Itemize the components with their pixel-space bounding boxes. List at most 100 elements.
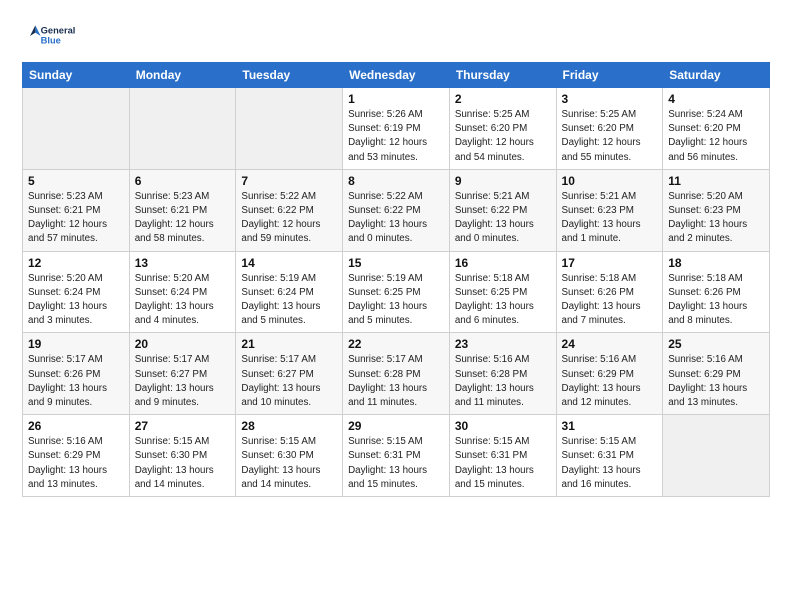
day-info: Sunrise: 5:16 AMSunset: 6:29 PMDaylight:… [28, 435, 124, 492]
cell-w3-d7: 18 Sunrise: 5:18 AMSunset: 6:26 PMDayligh… [663, 251, 770, 333]
day-number: 29 [348, 419, 444, 433]
day-number: 3 [562, 92, 658, 106]
day-number: 10 [562, 174, 658, 188]
cell-w4-d1: 19 Sunrise: 5:17 AMSunset: 6:26 PMDayligh… [23, 333, 130, 415]
day-number: 13 [135, 256, 231, 270]
header-wednesday: Wednesday [343, 63, 450, 88]
header-friday: Friday [556, 63, 663, 88]
day-info: Sunrise: 5:20 AMSunset: 6:24 PMDaylight:… [28, 272, 124, 329]
day-info: Sunrise: 5:18 AMSunset: 6:26 PMDaylight:… [562, 272, 658, 329]
day-info: Sunrise: 5:17 AMSunset: 6:26 PMDaylight:… [28, 353, 124, 410]
day-info: Sunrise: 5:21 AMSunset: 6:23 PMDaylight:… [562, 190, 658, 247]
day-info: Sunrise: 5:25 AMSunset: 6:20 PMDaylight:… [562, 108, 658, 165]
calendar-table: SundayMondayTuesdayWednesdayThursdayFrid… [22, 62, 770, 497]
week-row-3: 12 Sunrise: 5:20 AMSunset: 6:24 PMDayligh… [23, 251, 770, 333]
day-number: 7 [241, 174, 337, 188]
logo: General Blue [22, 18, 82, 54]
cell-w2-d4: 8Sunrise: 5:22 AMSunset: 6:22 PMDaylight… [343, 169, 450, 251]
day-info: Sunrise: 5:18 AMSunset: 6:26 PMDaylight:… [668, 272, 764, 329]
day-number: 20 [135, 337, 231, 351]
day-number: 21 [241, 337, 337, 351]
day-number: 15 [348, 256, 444, 270]
day-info: Sunrise: 5:15 AMSunset: 6:30 PMDaylight:… [135, 435, 231, 492]
day-info: Sunrise: 5:24 AMSunset: 6:20 PMDaylight:… [668, 108, 764, 165]
day-info: Sunrise: 5:15 AMSunset: 6:31 PMDaylight:… [348, 435, 444, 492]
day-number: 6 [135, 174, 231, 188]
cell-w2-d1: 5 Sunrise: 5:23 AMSunset: 6:21 PMDaylight… [23, 169, 130, 251]
day-number: 11 [668, 174, 764, 188]
day-info: Sunrise: 5:20 AMSunset: 6:24 PMDaylight:… [135, 272, 231, 329]
svg-text:General: General [41, 25, 76, 35]
header-tuesday: Tuesday [236, 63, 343, 88]
day-info: Sunrise: 5:22 AMSunset: 6:22 PMDaylight:… [241, 190, 337, 247]
cell-w1-d1 [23, 88, 130, 170]
day-number: 19 [28, 337, 124, 351]
day-info: Sunrise: 5:19 AMSunset: 6:25 PMDaylight:… [348, 272, 444, 329]
cell-w2-d3: 7 Sunrise: 5:22 AMSunset: 6:22 PMDaylight… [236, 169, 343, 251]
cell-w4-d6: 24 Sunrise: 5:16 AMSunset: 6:29 PMDayligh… [556, 333, 663, 415]
cell-w3-d6: 17 Sunrise: 5:18 AMSunset: 6:26 PMDayligh… [556, 251, 663, 333]
day-number: 5 [28, 174, 124, 188]
day-number: 18 [668, 256, 764, 270]
logo-svg: General Blue [22, 18, 82, 54]
cell-w2-d2: 6 Sunrise: 5:23 AMSunset: 6:21 PMDaylight… [129, 169, 236, 251]
svg-text:Blue: Blue [41, 35, 61, 45]
week-row-5: 26 Sunrise: 5:16 AMSunset: 6:29 PMDayligh… [23, 415, 770, 497]
day-info: Sunrise: 5:15 AMSunset: 6:31 PMDaylight:… [562, 435, 658, 492]
cell-w4-d3: 21Sunrise: 5:17 AMSunset: 6:27 PMDayligh… [236, 333, 343, 415]
day-info: Sunrise: 5:19 AMSunset: 6:24 PMDaylight:… [241, 272, 337, 329]
day-info: Sunrise: 5:18 AMSunset: 6:25 PMDaylight:… [455, 272, 551, 329]
day-info: Sunrise: 5:17 AMSunset: 6:28 PMDaylight:… [348, 353, 444, 410]
cell-w5-d2: 27 Sunrise: 5:15 AMSunset: 6:30 PMDayligh… [129, 415, 236, 497]
cell-w4-d7: 25Sunrise: 5:16 AMSunset: 6:29 PMDayligh… [663, 333, 770, 415]
cell-w1-d2 [129, 88, 236, 170]
day-info: Sunrise: 5:23 AMSunset: 6:21 PMDaylight:… [28, 190, 124, 247]
cell-w3-d4: 15 Sunrise: 5:19 AMSunset: 6:25 PMDayligh… [343, 251, 450, 333]
week-row-4: 19 Sunrise: 5:17 AMSunset: 6:26 PMDayligh… [23, 333, 770, 415]
header-thursday: Thursday [449, 63, 556, 88]
day-number: 25 [668, 337, 764, 351]
cell-w5-d3: 28 Sunrise: 5:15 AMSunset: 6:30 PMDayligh… [236, 415, 343, 497]
day-number: 31 [562, 419, 658, 433]
header-sunday: Sunday [23, 63, 130, 88]
cell-w5-d7 [663, 415, 770, 497]
day-info: Sunrise: 5:20 AMSunset: 6:23 PMDaylight:… [668, 190, 764, 247]
day-info: Sunrise: 5:15 AMSunset: 6:30 PMDaylight:… [241, 435, 337, 492]
day-info: Sunrise: 5:21 AMSunset: 6:22 PMDaylight:… [455, 190, 551, 247]
day-number: 28 [241, 419, 337, 433]
cell-w1-d4: 1 Sunrise: 5:26 AMSunset: 6:19 PMDaylight… [343, 88, 450, 170]
day-number: 16 [455, 256, 551, 270]
cell-w4-d5: 23Sunrise: 5:16 AMSunset: 6:28 PMDayligh… [449, 333, 556, 415]
cell-w5-d6: 31 Sunrise: 5:15 AMSunset: 6:31 PMDayligh… [556, 415, 663, 497]
cell-w1-d7: 4 Sunrise: 5:24 AMSunset: 6:20 PMDaylight… [663, 88, 770, 170]
day-number: 12 [28, 256, 124, 270]
header-row: SundayMondayTuesdayWednesdayThursdayFrid… [23, 63, 770, 88]
day-number: 17 [562, 256, 658, 270]
day-number: 24 [562, 337, 658, 351]
cell-w5-d5: 30 Sunrise: 5:15 AMSunset: 6:31 PMDayligh… [449, 415, 556, 497]
day-info: Sunrise: 5:23 AMSunset: 6:21 PMDaylight:… [135, 190, 231, 247]
cell-w3-d2: 13 Sunrise: 5:20 AMSunset: 6:24 PMDayligh… [129, 251, 236, 333]
day-number: 27 [135, 419, 231, 433]
header-saturday: Saturday [663, 63, 770, 88]
cell-w2-d6: 10 Sunrise: 5:21 AMSunset: 6:23 PMDayligh… [556, 169, 663, 251]
day-number: 30 [455, 419, 551, 433]
day-number: 22 [348, 337, 444, 351]
header-monday: Monday [129, 63, 236, 88]
day-info: Sunrise: 5:16 AMSunset: 6:28 PMDaylight:… [455, 353, 551, 410]
day-info: Sunrise: 5:26 AMSunset: 6:19 PMDaylight:… [348, 108, 444, 165]
day-info: Sunrise: 5:16 AMSunset: 6:29 PMDaylight:… [562, 353, 658, 410]
week-row-2: 5 Sunrise: 5:23 AMSunset: 6:21 PMDaylight… [23, 169, 770, 251]
cell-w1-d3 [236, 88, 343, 170]
day-number: 1 [348, 92, 444, 106]
day-info: Sunrise: 5:15 AMSunset: 6:31 PMDaylight:… [455, 435, 551, 492]
day-info: Sunrise: 5:17 AMSunset: 6:27 PMDaylight:… [135, 353, 231, 410]
day-number: 9 [455, 174, 551, 188]
cell-w1-d5: 2Sunrise: 5:25 AMSunset: 6:20 PMDaylight… [449, 88, 556, 170]
day-number: 4 [668, 92, 764, 106]
cell-w3-d5: 16 Sunrise: 5:18 AMSunset: 6:25 PMDayligh… [449, 251, 556, 333]
day-number: 2 [455, 92, 551, 106]
day-number: 26 [28, 419, 124, 433]
cell-w2-d5: 9 Sunrise: 5:21 AMSunset: 6:22 PMDaylight… [449, 169, 556, 251]
cell-w3-d3: 14Sunrise: 5:19 AMSunset: 6:24 PMDayligh… [236, 251, 343, 333]
